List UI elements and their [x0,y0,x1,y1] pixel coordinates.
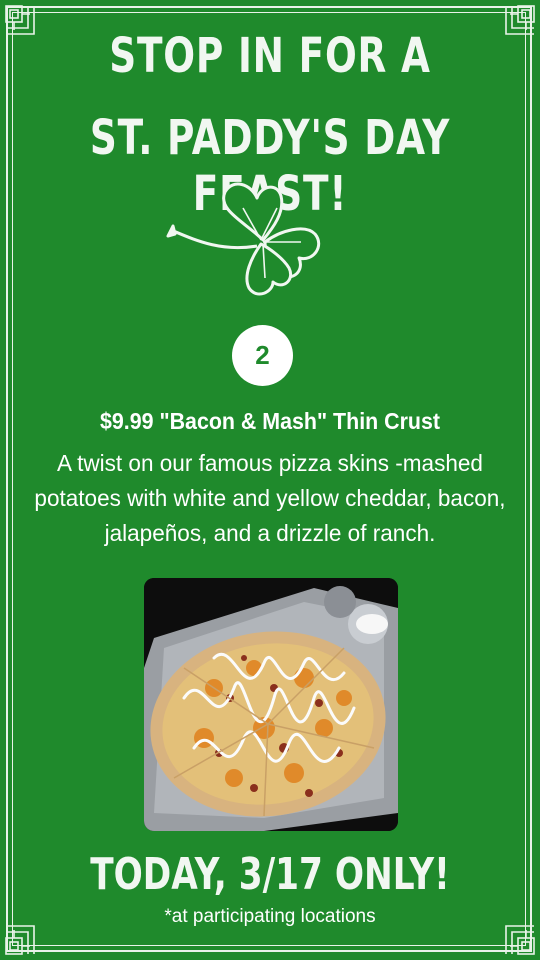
promo-poster: STOP IN FOR A ST. PADDY'S DAY FEAST! 2 $… [0,0,540,960]
menu-item-title: $9.99 "Bacon & Mash" Thin Crust [99,408,441,434]
pizza-photo [144,578,398,831]
headline-line-1: STOP IN FOR A [109,28,431,84]
footer-note: *at participating locations [164,906,376,927]
corner-ornament-top-right [492,2,538,48]
footer-title: TODAY, 3/17 ONLY! [90,849,450,900]
step-number-badge: 2 [232,325,293,386]
menu-item-description: A twist on our famous pizza skins -mashe… [34,450,506,546]
shamrock-icon [165,178,340,300]
corner-ornament-top-left [2,2,48,48]
